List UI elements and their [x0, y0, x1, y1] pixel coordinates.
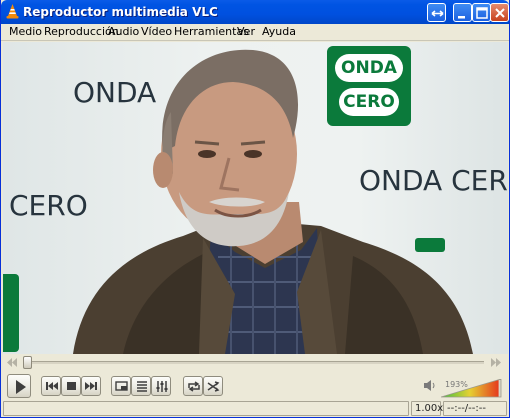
seek-track[interactable] — [29, 361, 484, 364]
menu-bar: Medio Reproducción Audio Vídeo Herramien… — [1, 24, 509, 41]
maximize-button[interactable] — [472, 3, 491, 22]
shuffle-icon — [207, 381, 220, 392]
seek-bar[interactable] — [1, 355, 509, 371]
menu-video[interactable]: Vídeo — [141, 25, 172, 38]
vlc-window: Reproductor multimedia VLC Medio Reprodu… — [0, 0, 510, 418]
window-title: Reproductor multimedia VLC — [23, 5, 218, 19]
playback-speed[interactable]: 1.00x — [411, 401, 443, 416]
rewind-icon[interactable] — [7, 358, 17, 367]
minimize-button[interactable] — [453, 3, 472, 22]
video-area[interactable]: ONDA ONDA CERO CERO ONDA CERO — [3, 42, 508, 354]
loop-icon — [188, 381, 200, 392]
menu-audio[interactable]: Audio — [108, 25, 139, 38]
fullscreen-icon — [115, 381, 128, 391]
fullscreen-button[interactable] — [111, 376, 131, 396]
playlist-icon — [137, 381, 147, 392]
status-message — [3, 401, 409, 416]
next-icon — [85, 382, 97, 390]
menu-ayuda[interactable]: Ayuda — [262, 25, 296, 38]
time-display[interactable]: --:--/--:-- — [443, 401, 507, 416]
playlist-button[interactable] — [131, 376, 151, 396]
next-button[interactable] — [81, 376, 101, 396]
close-button[interactable] — [490, 3, 509, 22]
minimize-icon — [458, 16, 465, 19]
play-button[interactable] — [7, 374, 31, 398]
menu-medio[interactable]: Medio — [9, 25, 42, 38]
loop-button[interactable] — [183, 376, 203, 396]
volume-slider[interactable] — [441, 379, 503, 398]
fast-forward-icon[interactable] — [491, 358, 501, 367]
stop-button[interactable] — [61, 376, 81, 396]
resize-icon — [431, 10, 444, 17]
interviewee-figure — [73, 49, 473, 354]
stop-icon — [67, 382, 76, 390]
title-bar[interactable]: Reproductor multimedia VLC — [1, 0, 509, 24]
menu-ver[interactable]: Ver — [237, 25, 255, 38]
resize-button[interactable] — [427, 3, 446, 22]
equalizer-icon — [156, 381, 168, 392]
speaker-icon[interactable] — [423, 379, 437, 392]
close-icon — [495, 8, 505, 18]
previous-button[interactable] — [41, 376, 61, 396]
vlc-cone-icon — [6, 4, 19, 19]
status-bar: 1.00x --:--/--:-- — [1, 400, 509, 417]
shuffle-button[interactable] — [203, 376, 223, 396]
previous-icon — [46, 382, 58, 390]
seek-handle[interactable] — [23, 356, 32, 369]
equalizer-button[interactable] — [151, 376, 171, 396]
play-icon — [16, 380, 26, 394]
